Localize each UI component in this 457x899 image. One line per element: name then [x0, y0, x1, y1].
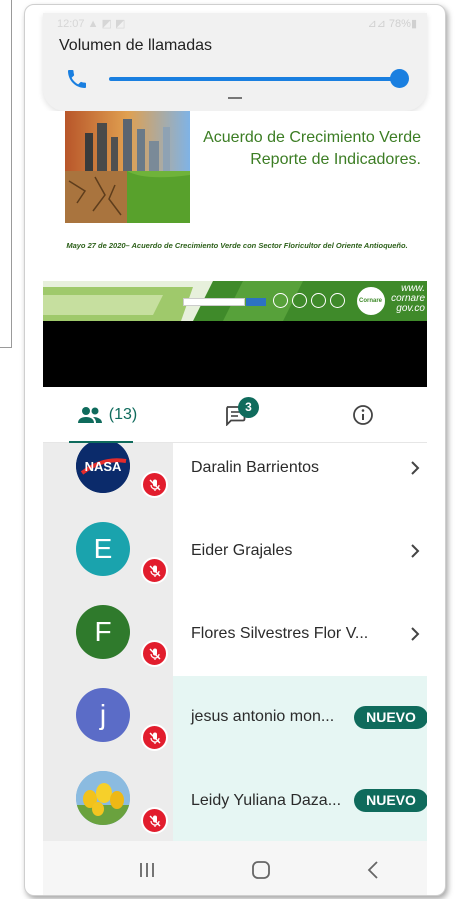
facebook-icon	[292, 293, 307, 308]
participant-name: jesus antonio mon...	[191, 708, 335, 725]
volume-panel: 12:07 ▲ ◩ ◩ ⊿⊿ 78%▮ Volumen de llamadas	[43, 13, 427, 111]
chevron-right-icon[interactable]	[409, 460, 421, 476]
muted-mic-icon	[141, 724, 168, 751]
cornare-logo-text: Cornare	[359, 298, 383, 304]
participants-list: NASA Daralin Barrientos E Eider Grajales	[43, 443, 427, 841]
list-item[interactable]: F Flores Silvestres Flor V...	[43, 597, 427, 680]
recents-icon	[140, 863, 154, 877]
meeting-tabs: (13) 3	[43, 387, 427, 444]
back-button[interactable]	[343, 855, 403, 885]
home-icon	[252, 861, 270, 879]
video-area	[43, 321, 427, 387]
list-item[interactable]: j jesus antonio mon... NUEVO	[43, 676, 427, 759]
status-bar-right: ⊿⊿ 78%▮	[367, 18, 417, 30]
climate-photo	[65, 111, 190, 223]
avatar: j	[76, 688, 130, 742]
avatar	[76, 771, 130, 825]
shared-slide: Acuerdo de Crecimiento Verde Reporte de …	[43, 111, 427, 281]
volume-slider-thumb[interactable]	[390, 69, 409, 88]
list-item[interactable]: E Eider Grajales	[43, 514, 427, 597]
twitter-icon	[311, 293, 326, 308]
muted-mic-icon	[141, 640, 168, 667]
participant-name: Leidy Yuliana Daza...	[191, 792, 342, 809]
tab-participants[interactable]: (13)	[43, 387, 171, 444]
status-bar-left: 12:07 ▲ ◩ ◩	[57, 18, 126, 30]
banner-search-input	[183, 298, 245, 306]
new-badge: NUEVO	[354, 706, 427, 729]
people-icon	[77, 407, 102, 423]
slide-title: Acuerdo de Crecimiento Verde Reporte de …	[201, 127, 421, 171]
participants-count: (13)	[108, 406, 138, 423]
social-circle-icon	[273, 293, 288, 308]
website-text: www. cornare gov.co	[391, 283, 425, 314]
home-button[interactable]	[231, 855, 291, 885]
phone-screen: 12:07 ▲ ◩ ◩ ⊿⊿ 78%▮ Volumen de llamadas	[24, 4, 446, 896]
avatar: E	[76, 522, 130, 576]
cornare-logo: Cornare	[355, 285, 387, 317]
volume-title: Volumen de llamadas	[59, 37, 212, 54]
participant-name: Daralin Barrientos	[191, 459, 320, 476]
back-icon	[367, 861, 378, 879]
expand-handle[interactable]	[228, 97, 242, 99]
phone-icon	[68, 70, 86, 88]
muted-mic-icon	[141, 471, 168, 498]
volume-slider-track[interactable]	[109, 77, 399, 81]
slide-title-line1: Acuerdo de Crecimiento Verde	[203, 129, 421, 146]
tab-chat[interactable]: 3	[171, 387, 299, 443]
info-icon	[353, 405, 373, 425]
new-badge: NUEVO	[354, 789, 427, 812]
screenshot-page: 12:07 ▲ ◩ ◩ ⊿⊿ 78%▮ Volumen de llamadas	[0, 0, 457, 899]
slide-banner: Cornare www. cornare gov.co	[43, 281, 427, 321]
svg-text:NASA: NASA	[85, 459, 122, 474]
recents-button[interactable]	[117, 855, 177, 885]
chevron-right-icon[interactable]	[409, 626, 421, 642]
slide-title-line2: Reporte de Indicadores.	[250, 151, 421, 168]
chat-badge: 3	[238, 397, 259, 418]
muted-mic-icon	[141, 557, 168, 584]
system-nav-bar	[43, 841, 427, 895]
muted-mic-icon	[141, 807, 168, 834]
participant-name: Flores Silvestres Flor V...	[191, 625, 369, 642]
list-item[interactable]: Leidy Yuliana Daza... NUEVO	[43, 759, 427, 841]
list-item[interactable]: NASA Daralin Barrientos	[43, 443, 427, 514]
participant-name: Eider Grajales	[191, 542, 293, 559]
slide-caption: Mayo 27 de 2020– Acuerdo de Crecimiento …	[66, 241, 408, 250]
chevron-right-icon[interactable]	[409, 543, 421, 559]
background-window-edge	[0, 0, 12, 348]
tab-info[interactable]	[299, 387, 427, 443]
avatar: F	[76, 605, 130, 659]
banner-button	[246, 298, 266, 306]
instagram-icon	[330, 293, 345, 308]
